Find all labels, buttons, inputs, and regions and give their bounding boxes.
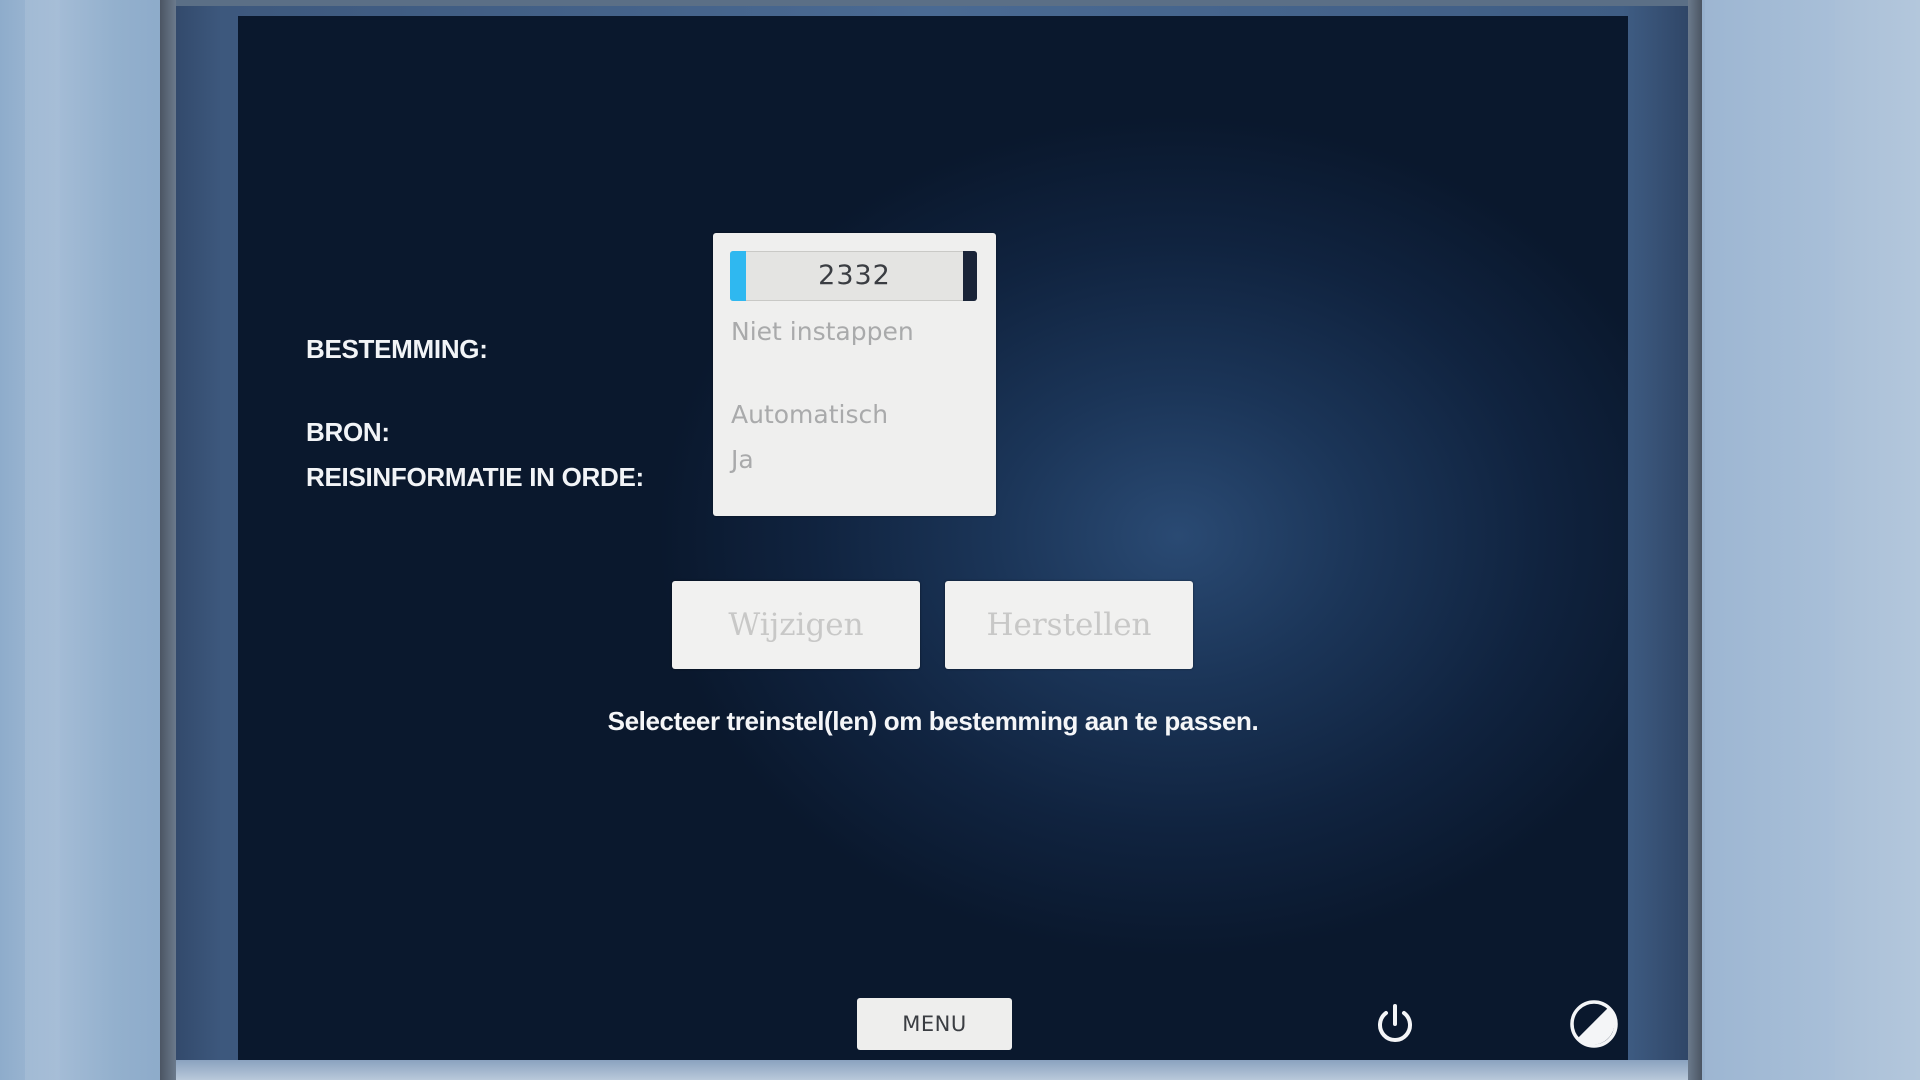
power-icon[interactable] [1369,998,1421,1050]
info-value-panel: 2332 Niet instappen Automatisch Ja [713,233,996,516]
destination-value: Niet instappen [731,317,914,346]
restore-button[interactable]: Herstellen [945,581,1193,669]
display-screen: BESTEMMING: BRON: REISINFORMATIE IN ORDE… [238,16,1628,1060]
travel-info-value: Ja [731,445,754,474]
instruction-text: Selecteer treinstel(len) om bestemming a… [607,706,1259,736]
wall-panel [1705,0,1835,1080]
bezel-bottom [176,1060,1688,1080]
destination-label: BESTEMMING: [306,334,488,364]
wall-stripe [25,0,60,1080]
train-number: 2332 [818,260,891,291]
train-selected-indicator [730,251,746,301]
brightness-icon[interactable] [1568,998,1620,1050]
bezel-edge-right [1688,0,1702,1080]
menu-button[interactable]: MENU [857,998,1012,1050]
bezel-edge-left [160,0,176,1080]
train-field-end-cap [963,251,977,301]
brightness-icon-graphic [1570,1000,1618,1048]
source-label: BRON: [306,417,390,447]
change-button[interactable]: Wijzigen [672,581,920,669]
train-number-field[interactable]: 2332 [730,251,977,301]
travel-info-label: REISINFORMATIE IN ORDE: [306,462,644,492]
source-value: Automatisch [731,400,889,429]
power-icon-graphic [1378,1004,1412,1042]
